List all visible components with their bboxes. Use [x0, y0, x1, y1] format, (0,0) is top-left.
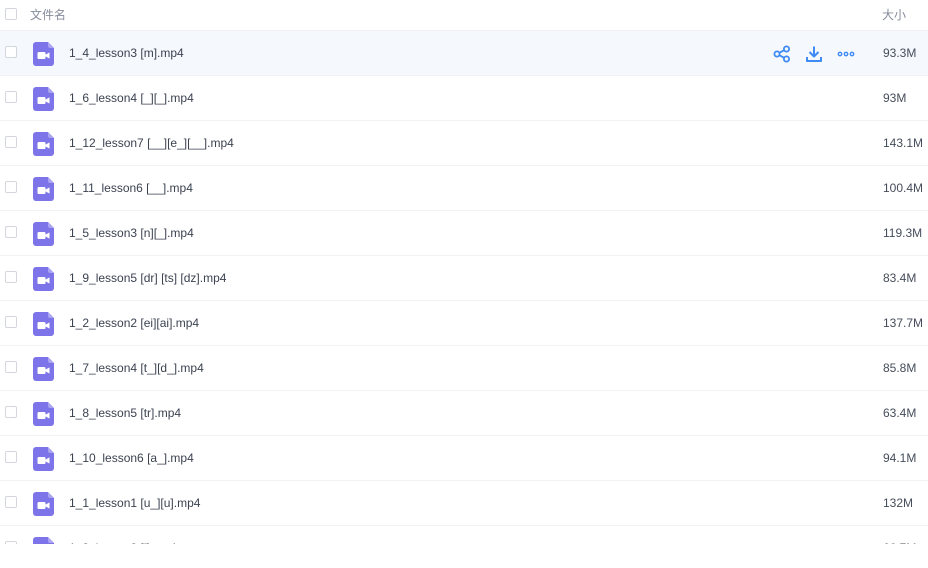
- file-name[interactable]: 1_6_lesson4 [_][_].mp4: [69, 91, 194, 105]
- file-row[interactable]: 1_4_lesson3 [m].mp4 93.3M: [0, 31, 928, 76]
- file-name[interactable]: 1_3_lesson2 [i].mp4: [69, 541, 176, 544]
- file-name[interactable]: 1_8_lesson5 [tr].mp4: [69, 406, 181, 420]
- row-checkbox[interactable]: [5, 181, 17, 193]
- file-row[interactable]: 1_8_lesson5 [tr].mp4 63.4M: [0, 391, 928, 436]
- file-name[interactable]: 1_2_lesson2 [ei][ai].mp4: [69, 316, 199, 330]
- file-row[interactable]: 1_1_lesson1 [u_][u].mp4 132M: [0, 481, 928, 526]
- file-row[interactable]: 1_7_lesson4 [t_][d_].mp4 85.8M: [0, 346, 928, 391]
- file-size: 100.4M: [883, 181, 924, 195]
- video-file-icon: [33, 222, 54, 246]
- file-name[interactable]: 1_1_lesson1 [u_][u].mp4: [69, 496, 200, 510]
- file-list: 文件名 大小 1_4_lesson3 [m].mp4 93.3M 1_6_lesso…: [0, 0, 928, 544]
- row-checkbox[interactable]: [5, 361, 17, 373]
- file-name[interactable]: 1_9_lesson5 [dr] [ts] [dz].mp4: [69, 271, 226, 285]
- file-row[interactable]: 1_6_lesson4 [_][_].mp4 93M: [0, 76, 928, 121]
- file-rows: 1_4_lesson3 [m].mp4 93.3M 1_6_lesson4 [_][…: [0, 31, 928, 544]
- select-all-checkbox[interactable]: [5, 8, 17, 20]
- video-file-icon: [33, 87, 54, 111]
- row-actions: [772, 44, 856, 64]
- file-row[interactable]: 1_5_lesson3 [n][_].mp4 119.3M: [0, 211, 928, 256]
- share-button[interactable]: [772, 44, 792, 64]
- file-size: 83.4M: [883, 271, 917, 285]
- video-file-icon: [33, 492, 54, 516]
- row-checkbox[interactable]: [5, 496, 17, 508]
- file-size: 94.1M: [883, 451, 917, 465]
- file-name[interactable]: 1_12_lesson7 [__][e_][__].mp4: [69, 136, 234, 150]
- row-checkbox[interactable]: [5, 271, 17, 283]
- row-checkbox[interactable]: [5, 541, 17, 544]
- column-header-name[interactable]: 文件名: [30, 6, 66, 23]
- column-header-size[interactable]: 大小: [882, 6, 906, 23]
- file-name[interactable]: 1_11_lesson6 [__].mp4: [69, 181, 193, 195]
- file-name[interactable]: 1_4_lesson3 [m].mp4: [69, 46, 184, 60]
- row-checkbox[interactable]: [5, 46, 17, 58]
- video-file-icon: [33, 447, 54, 471]
- more-button[interactable]: [836, 44, 856, 64]
- file-size: 137.7M: [883, 316, 924, 330]
- file-size: 143.1M: [883, 136, 924, 150]
- file-size: 85.8M: [883, 361, 917, 375]
- file-size: 93.3M: [883, 46, 917, 60]
- row-checkbox[interactable]: [5, 226, 17, 238]
- file-size: 132M: [883, 496, 914, 510]
- row-checkbox[interactable]: [5, 451, 17, 463]
- download-icon: [806, 46, 822, 62]
- video-file-icon: [33, 132, 54, 156]
- video-file-icon: [33, 357, 54, 381]
- video-file-icon: [33, 267, 54, 291]
- row-checkbox[interactable]: [5, 406, 17, 418]
- file-row[interactable]: 1_3_lesson2 [i].mp4 66.7M: [0, 526, 928, 544]
- file-row[interactable]: 1_10_lesson6 [a_].mp4 94.1M: [0, 436, 928, 481]
- file-size: 93M: [883, 91, 907, 105]
- file-row[interactable]: 1_12_lesson7 [__][e_][__].mp4 143.1M: [0, 121, 928, 166]
- file-name[interactable]: 1_10_lesson6 [a_].mp4: [69, 451, 194, 465]
- video-file-icon: [33, 177, 54, 201]
- file-size: 119.3M: [883, 226, 923, 240]
- file-row[interactable]: 1_9_lesson5 [dr] [ts] [dz].mp4 83.4M: [0, 256, 928, 301]
- file-name[interactable]: 1_7_lesson4 [t_][d_].mp4: [69, 361, 204, 375]
- file-size: 66.7M: [883, 541, 916, 544]
- share-icon: [773, 45, 790, 63]
- row-checkbox[interactable]: [5, 91, 17, 103]
- file-list-header: 文件名 大小: [0, 0, 928, 31]
- download-button[interactable]: [804, 44, 824, 64]
- row-checkbox[interactable]: [5, 316, 17, 328]
- file-row[interactable]: 1_11_lesson6 [__].mp4 100.4M: [0, 166, 928, 211]
- video-file-icon: [33, 537, 54, 544]
- row-checkbox[interactable]: [5, 136, 17, 148]
- file-name[interactable]: 1_5_lesson3 [n][_].mp4: [69, 226, 194, 240]
- video-file-icon: [33, 42, 54, 66]
- video-file-icon: [33, 402, 54, 426]
- more-icon: [837, 51, 855, 57]
- video-file-icon: [33, 312, 54, 336]
- file-row[interactable]: 1_2_lesson2 [ei][ai].mp4 137.7M: [0, 301, 928, 346]
- file-size: 63.4M: [883, 406, 917, 420]
